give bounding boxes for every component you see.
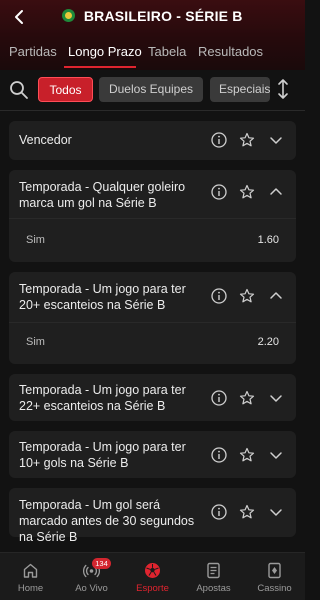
active-tab-indicator [64,66,136,68]
chevron-up-icon[interactable] [268,184,284,200]
selection-name: Sim [26,234,45,246]
market-card[interactable]: Temporada - Um jogo para ter 20+ escante… [9,272,296,364]
market-title: Vencedor [19,133,72,147]
market-title: Temporada - Um jogo para ter 20+ escante… [19,282,186,312]
market-title: Temporada - Qualquer goleiro marca um go… [19,180,186,210]
nav-cassino[interactable]: Cassino [244,553,305,600]
selection-name: Sim [26,336,45,348]
market-card[interactable]: Temporada - Um jogo para ter 10+ gols na… [9,431,296,478]
market-card[interactable]: Vencedor [9,121,296,160]
info-icon[interactable] [211,447,227,463]
brazil-flag-icon [62,9,76,22]
favorite-star-icon[interactable] [239,288,255,304]
betslip-icon [205,562,222,579]
chevron-down-icon[interactable] [268,504,284,520]
chevron-down-icon[interactable] [268,390,284,406]
soccer-ball-icon [144,562,161,579]
market-title: Temporada - Um jogo para ter 22+ escante… [19,383,186,413]
favorite-star-icon[interactable] [239,447,255,463]
row-divider [9,322,296,323]
market-title: Temporada - Um jogo para ter 10+ gols na… [19,440,186,470]
market-card[interactable]: Temporada - Qualquer goleiro marca um go… [9,170,296,262]
nav-label: Esporte [136,583,169,594]
league-title: BRASILEIRO - SÉRIE B [83,8,243,24]
nav-apostas[interactable]: Apostas [183,553,244,600]
filter-bar: Todos Duelos Equipes Especiais [0,76,305,104]
nav-esporte[interactable]: Esporte [122,553,183,600]
filter-chip-duelos-equipes[interactable]: Duelos Equipes [99,77,203,102]
chevron-down-icon[interactable] [268,132,284,148]
nav-label: Home [17,583,44,594]
bottom-nav: Home 134 Ao Vivo Esporte Apostas Cassino [0,552,305,600]
nav-label: Cassino [257,583,292,594]
tab-partidas[interactable]: Partidas [9,44,57,59]
chevron-up-icon[interactable] [268,288,284,304]
info-icon[interactable] [211,184,227,200]
divider [0,110,305,111]
market-title: Temporada - Um gol será marcado antes de… [19,498,195,544]
chevron-down-icon[interactable] [268,447,284,463]
info-icon[interactable] [211,132,227,148]
filter-chip-todos[interactable]: Todos [38,77,93,102]
home-icon [22,562,39,579]
selection-odds[interactable]: 1.60 [258,234,279,246]
filter-chip-especiais[interactable]: Especiais [210,77,270,102]
nav-home[interactable]: Home [0,553,61,600]
info-icon[interactable] [211,288,227,304]
live-count-badge: 134 [92,558,111,569]
sort-arrows-icon[interactable] [276,78,290,100]
market-card[interactable]: Temporada - Um gol será marcado antes de… [9,488,296,544]
info-icon[interactable] [211,504,227,520]
row-divider [9,218,296,219]
tab-longo-prazo[interactable]: Longo Prazo [68,44,142,59]
favorite-star-icon[interactable] [239,184,255,200]
page-title: BRASILEIRO - SÉRIE B [0,8,305,26]
search-icon[interactable] [9,80,29,100]
tab-resultados[interactable]: Resultados [198,44,263,59]
nav-label: Ao Vivo [75,583,108,594]
casino-icon [266,562,283,579]
favorite-star-icon[interactable] [239,390,255,406]
info-icon[interactable] [211,390,227,406]
nav-label: Apostas [196,583,231,594]
favorite-star-icon[interactable] [239,504,255,520]
nav-ao-vivo[interactable]: 134 Ao Vivo [61,553,122,600]
market-card[interactable]: Temporada - Um jogo para ter 22+ escante… [9,374,296,421]
favorite-star-icon[interactable] [239,132,255,148]
app-header: BRASILEIRO - SÉRIE B [0,0,305,34]
selection-odds[interactable]: 2.20 [258,336,279,348]
tab-bar: Partidas Longo Prazo Tabela Resultados [0,40,305,68]
tab-tabela[interactable]: Tabela [148,44,186,59]
